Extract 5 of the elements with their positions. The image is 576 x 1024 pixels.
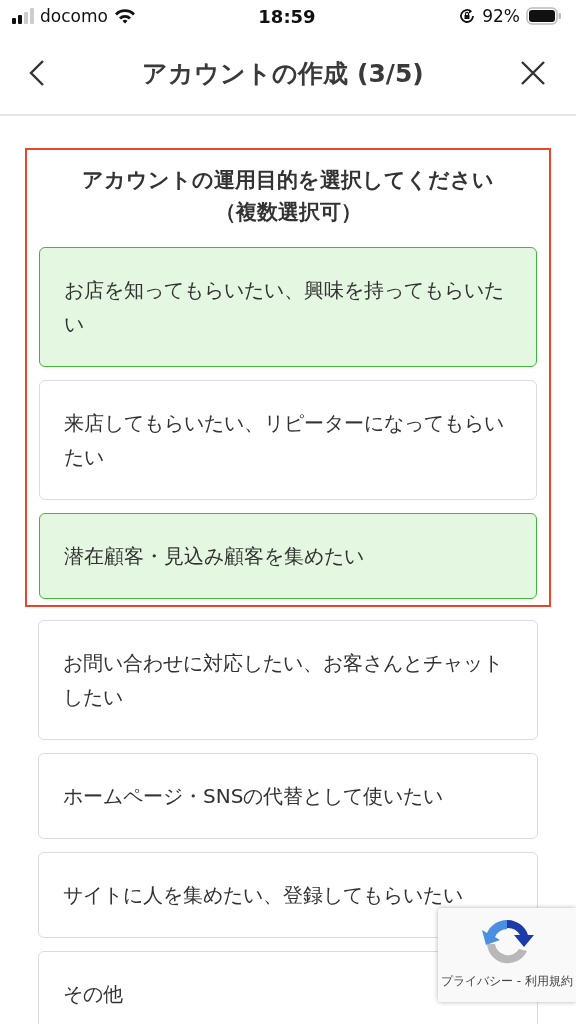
question-heading: アカウントの運用目的を選択してください （複数選択可）	[81, 167, 495, 226]
carrier-name: docomo	[40, 6, 108, 26]
battery-percent: 92%	[482, 6, 520, 26]
screen-title: アカウントの作成 (3/5)	[142, 57, 424, 90]
clock-time: 18:59	[258, 5, 316, 27]
